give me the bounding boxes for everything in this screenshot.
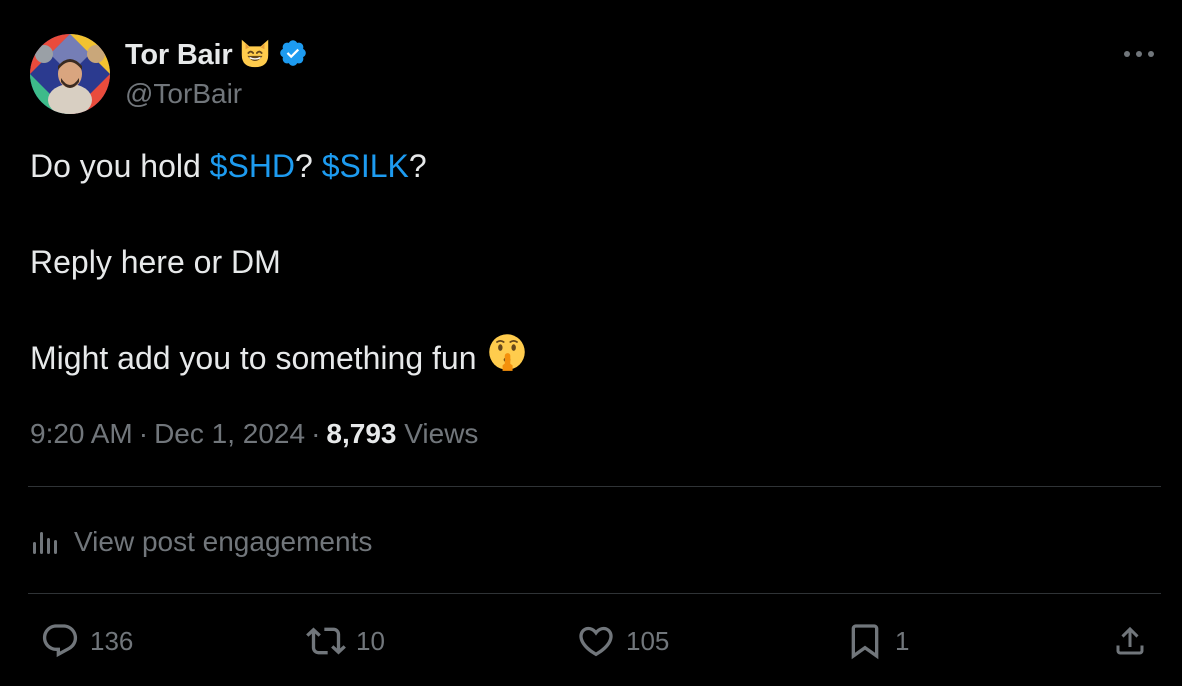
views-label: Views [404, 418, 479, 449]
tweet-card: Tor Bair @TorBair Do you hold $SHD? $SIL… [0, 0, 1182, 686]
repost-icon [306, 627, 346, 655]
cashtag-link-silk[interactable]: $SILK [322, 148, 409, 184]
author-handle[interactable]: @TorBair [125, 78, 242, 110]
reply-icon [42, 624, 78, 658]
cashtag-link-shd[interactable]: $SHD [210, 148, 295, 184]
post-text-line-3: Might add you to something fun [30, 334, 527, 383]
more-options-button[interactable] [1121, 40, 1157, 68]
heart-icon [579, 626, 613, 657]
views-count: 8,793 [326, 418, 397, 449]
like-count: 105 [626, 625, 670, 656]
meta-separator: · [138, 418, 149, 449]
author-avatar[interactable] [30, 34, 110, 114]
view-engagements-label: View post engagements [74, 526, 373, 557]
post-text-segment: Do you hold [30, 148, 210, 184]
shushing-face-emoji [487, 332, 527, 383]
post-text-segment: ? [295, 148, 322, 184]
verified-badge-icon[interactable] [278, 38, 308, 73]
reply-button[interactable]: 136 [40, 620, 133, 662]
author-name-row: Tor Bair [125, 36, 308, 74]
share-icon [1116, 626, 1144, 655]
divider [28, 486, 1161, 487]
repost-button[interactable]: 10 [306, 620, 385, 662]
bookmark-icon [851, 624, 879, 660]
post-metadata: 9:20 AM · Dec 1, 2024 · 8,793 Views [30, 414, 478, 454]
meta-separator: · [311, 418, 321, 449]
post-text-segment: ? [408, 148, 427, 184]
like-button[interactable]: 105 [576, 620, 669, 662]
post-text-line-2: Reply here or DM [30, 244, 281, 280]
repost-count: 10 [356, 625, 385, 656]
view-engagements-button[interactable]: View post engagements [30, 520, 372, 564]
more-dots-icon [1124, 51, 1154, 57]
smiling-cat-emoji [238, 36, 272, 75]
post-text-line-1: Do you hold $SHD? $SILK? [30, 144, 427, 188]
divider [28, 593, 1161, 594]
post-text-segment: Might add you to something fun [30, 340, 477, 376]
analytics-icon [33, 532, 57, 554]
avatar-image [30, 34, 110, 114]
bookmark-button[interactable]: 1 [845, 620, 909, 662]
post-date[interactable]: Dec 1, 2024 [154, 418, 305, 449]
author-display-name[interactable]: Tor Bair [125, 39, 233, 72]
reply-count: 136 [90, 625, 134, 656]
bookmark-count: 1 [895, 625, 910, 656]
share-button[interactable] [1112, 620, 1148, 662]
post-time[interactable]: 9:20 AM [30, 418, 133, 449]
